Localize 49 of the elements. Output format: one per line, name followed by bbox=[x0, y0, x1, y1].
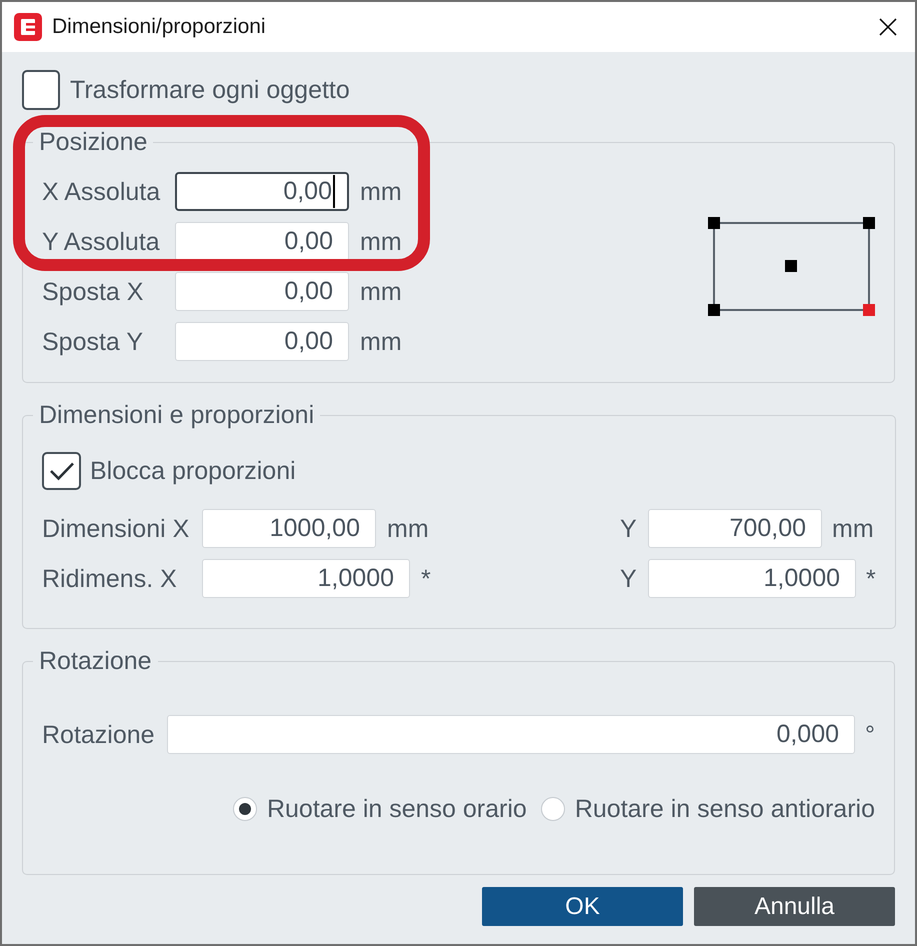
radio-button[interactable] bbox=[232, 797, 257, 821]
text-cursor-icon bbox=[333, 175, 335, 208]
unit-label: * bbox=[421, 564, 431, 592]
field-label: Dimensioni X bbox=[42, 514, 190, 542]
unit-label: mm bbox=[360, 228, 402, 256]
dialog-button[interactable]: Annulla bbox=[694, 887, 895, 926]
field-label: Y bbox=[620, 564, 638, 592]
unit-label: mm bbox=[360, 178, 402, 206]
field-label: Ridimens. X bbox=[42, 564, 178, 592]
input-field[interactable]: 1,0000 bbox=[648, 559, 856, 598]
input-field[interactable]: 0,00 bbox=[175, 222, 349, 261]
input-field[interactable]: 1,0000 bbox=[202, 559, 410, 598]
anchor-point-icon[interactable] bbox=[863, 216, 875, 228]
checkbox-label: Blocca proporzioni bbox=[90, 457, 296, 485]
anchor-point-icon[interactable] bbox=[708, 216, 720, 228]
anchor-point-icon[interactable] bbox=[785, 260, 797, 272]
close-icon[interactable] bbox=[879, 18, 897, 36]
group-title: Dimensioni e proporzioni bbox=[38, 401, 316, 429]
radio-button[interactable] bbox=[540, 797, 565, 821]
checkmark-icon bbox=[48, 461, 74, 481]
window-title: Dimensioni/proporzioni bbox=[52, 14, 266, 40]
field-label: Y bbox=[620, 514, 638, 542]
checkbox[interactable] bbox=[22, 70, 60, 110]
input-field[interactable]: 0,00 bbox=[175, 172, 349, 211]
unit-label: mm bbox=[360, 328, 402, 356]
unit-label: mm bbox=[387, 514, 429, 542]
dialog-button[interactable]: OK bbox=[482, 887, 683, 926]
input-field[interactable]: 0,00 bbox=[175, 322, 349, 361]
input-field[interactable]: 0,00 bbox=[175, 272, 349, 311]
field-label: Sposta X bbox=[42, 278, 144, 306]
anchor-point-icon[interactable] bbox=[708, 304, 720, 316]
field-label: Y Assoluta bbox=[42, 228, 161, 256]
field-label: Sposta Y bbox=[42, 328, 144, 356]
unit-label: mm bbox=[360, 278, 402, 306]
unit-label: * bbox=[866, 564, 876, 592]
input-field[interactable]: 0,000 bbox=[167, 715, 855, 754]
radio-label: Ruotare in senso antiorario bbox=[574, 795, 875, 823]
field-label: Rotazione bbox=[42, 720, 156, 748]
input-field[interactable]: 1000,00 bbox=[202, 509, 376, 548]
checkbox[interactable] bbox=[42, 452, 81, 490]
radio-label: Ruotare in senso orario bbox=[266, 795, 527, 823]
group-title: Rotazione bbox=[38, 647, 153, 675]
field-label: X Assoluta bbox=[42, 178, 162, 206]
group-title: Posizione bbox=[38, 128, 148, 156]
app-logo-icon bbox=[14, 13, 42, 41]
checkbox-label: Trasformare ogni oggetto bbox=[70, 76, 350, 104]
unit-label: ° bbox=[865, 720, 875, 748]
input-field[interactable]: 700,00 bbox=[648, 509, 822, 548]
unit-label: mm bbox=[832, 514, 874, 542]
